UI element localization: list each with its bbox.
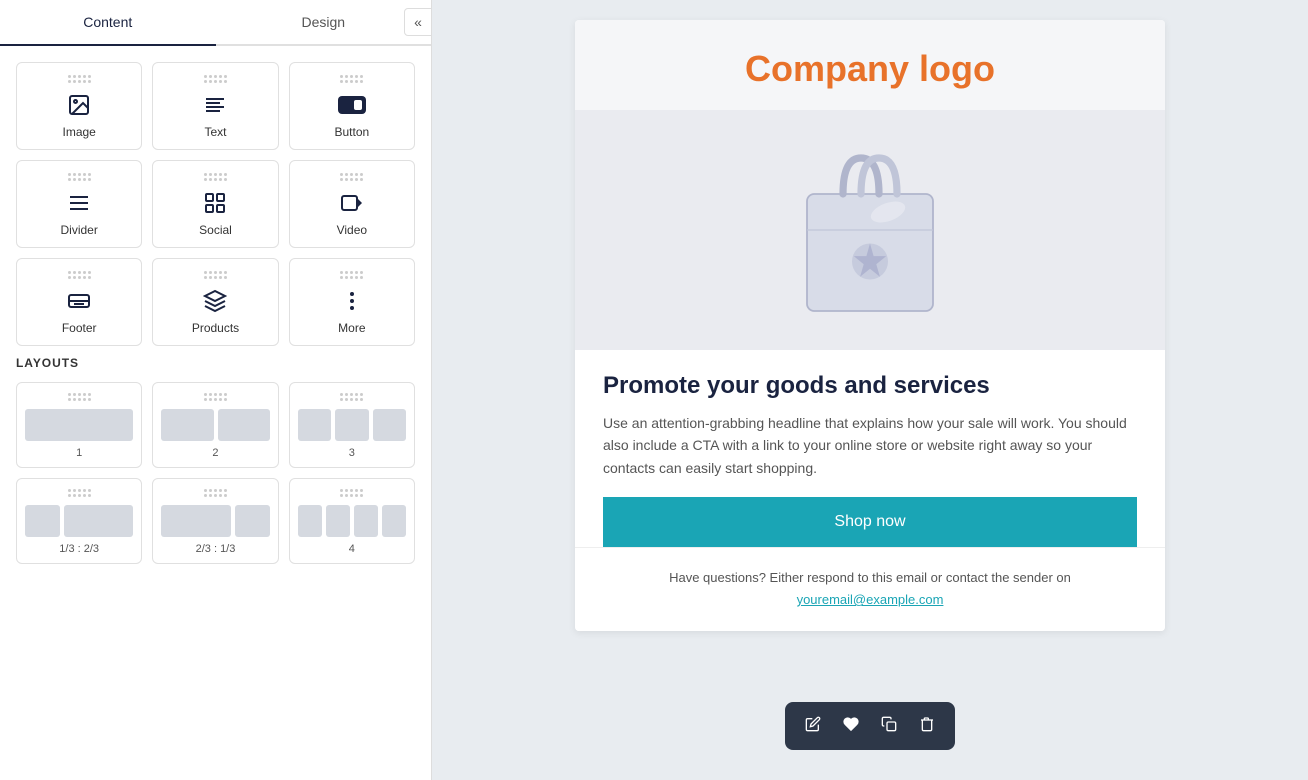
button-icon	[338, 91, 366, 119]
tile-text-label: Text	[204, 125, 226, 139]
tile-drag-dots	[204, 271, 227, 279]
divider-icon	[67, 189, 91, 217]
social-icon	[203, 189, 227, 217]
layout-drag-dots	[68, 489, 91, 497]
tile-video[interactable]: Video	[289, 160, 415, 248]
tile-drag-dots	[204, 75, 227, 83]
edit-button[interactable]	[797, 710, 829, 742]
product-desc: Use an attention-grabbing headline that …	[603, 412, 1137, 479]
shop-now-button[interactable]: Shop now	[603, 497, 1137, 547]
bottom-toolbar	[785, 702, 955, 750]
layout-preview-3	[298, 409, 406, 441]
tile-button[interactable]: Button	[289, 62, 415, 150]
layout-2[interactable]: 2	[152, 382, 278, 468]
email-preview: Company logo	[575, 20, 1165, 631]
layout-2-3-1-3[interactable]: 2/3 : 1/3	[152, 478, 278, 564]
tile-social-label: Social	[199, 223, 232, 237]
favorite-button[interactable]	[835, 710, 867, 742]
right-panel: Company logo	[432, 0, 1308, 780]
copy-button[interactable]	[873, 710, 905, 742]
tile-social[interactable]: Social	[152, 160, 278, 248]
tile-button-label: Button	[334, 125, 369, 139]
layouts-grid: 1 2	[16, 382, 415, 564]
product-section: Promote your goods and services Use an a…	[575, 110, 1165, 547]
image-icon	[67, 91, 91, 119]
layout-1-label: 1	[76, 447, 82, 459]
product-content: Promote your goods and services Use an a…	[575, 350, 1165, 479]
company-logo: Company logo	[745, 48, 995, 89]
tile-drag-dots	[68, 75, 91, 83]
layout-1-3-2-3-label: 1/3 : 2/3	[59, 543, 99, 555]
shopping-bag-illustration	[780, 130, 960, 330]
layout-preview-1	[25, 409, 133, 441]
tile-drag-dots	[340, 75, 363, 83]
tile-products-label: Products	[192, 321, 239, 335]
product-title: Promote your goods and services	[603, 372, 1137, 400]
layout-preview-2	[161, 409, 269, 441]
tile-text[interactable]: Text	[152, 62, 278, 150]
tile-footer-label: Footer	[62, 321, 97, 335]
heart-icon	[843, 716, 859, 737]
layout-2-label: 2	[212, 447, 218, 459]
layout-drag-dots	[68, 393, 91, 401]
text-icon	[203, 91, 227, 119]
layout-1[interactable]: 1	[16, 382, 142, 468]
tab-content[interactable]: Content	[0, 0, 216, 46]
tile-image[interactable]: Image	[16, 62, 142, 150]
tile-more[interactable]: More	[289, 258, 415, 346]
layout-drag-dots	[204, 393, 227, 401]
layout-preview-4	[298, 505, 406, 537]
products-icon	[203, 287, 227, 315]
footer-email-link[interactable]: youremail@example.com	[797, 592, 944, 607]
footer-contact-section: Have questions? Either respond to this e…	[575, 547, 1165, 631]
product-image-container	[575, 110, 1165, 350]
layout-drag-dots	[340, 393, 363, 401]
trash-icon	[919, 716, 935, 737]
tile-drag-dots	[68, 271, 91, 279]
edit-icon	[805, 716, 821, 737]
layout-preview-1-3	[25, 505, 133, 537]
tile-products[interactable]: Products	[152, 258, 278, 346]
footer-icon	[67, 287, 91, 315]
layout-preview-2-3	[161, 505, 269, 537]
tile-drag-dots	[340, 271, 363, 279]
tile-divider[interactable]: Divider	[16, 160, 142, 248]
footer-contact-text: Have questions? Either respond to this e…	[603, 570, 1137, 585]
collapse-button[interactable]: «	[404, 8, 432, 36]
components-grid: Image Text	[16, 62, 415, 346]
layout-drag-dots	[204, 489, 227, 497]
video-icon	[340, 189, 364, 217]
copy-icon	[881, 716, 897, 737]
layout-3-label: 3	[349, 447, 355, 459]
company-logo-area: Company logo	[575, 20, 1165, 110]
tile-image-label: Image	[62, 125, 95, 139]
tile-video-label: Video	[337, 223, 367, 237]
delete-button[interactable]	[911, 710, 943, 742]
tile-divider-label: Divider	[60, 223, 97, 237]
tile-footer[interactable]: Footer	[16, 258, 142, 346]
layout-2-3-1-3-label: 2/3 : 1/3	[196, 543, 236, 555]
layout-3[interactable]: 3	[289, 382, 415, 468]
tile-drag-dots	[68, 173, 91, 181]
layout-4[interactable]: 4	[289, 478, 415, 564]
tabs-bar: Content Design	[0, 0, 431, 46]
tile-drag-dots	[204, 173, 227, 181]
tab-design[interactable]: Design	[216, 0, 432, 46]
tile-more-label: More	[338, 321, 365, 335]
tile-drag-dots	[340, 173, 363, 181]
layout-4-label: 4	[349, 543, 355, 555]
more-icon	[340, 287, 364, 315]
layouts-section-label: LAYOUTS	[16, 356, 415, 370]
content-area: Image Text	[0, 46, 431, 780]
layout-1-3-2-3[interactable]: 1/3 : 2/3	[16, 478, 142, 564]
collapse-icon: «	[414, 14, 422, 30]
layout-drag-dots	[340, 489, 363, 497]
left-panel: « Content Design Image	[0, 0, 432, 780]
